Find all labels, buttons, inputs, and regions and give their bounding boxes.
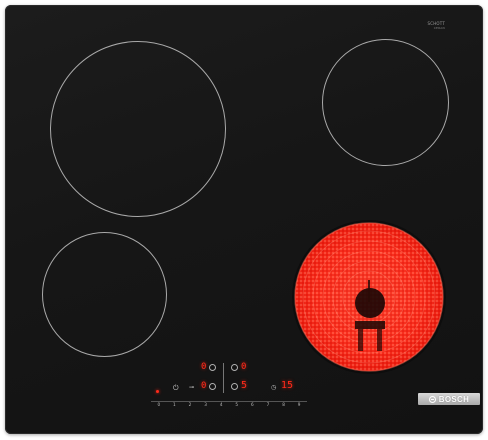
brand-logo: BOSCH	[428, 394, 470, 404]
cooking-zone-rear-left	[50, 41, 226, 217]
clock-icon[interactable]: ◷	[271, 385, 276, 391]
display-rear-right: 0	[241, 362, 247, 372]
display-front-right: 5	[241, 380, 248, 391]
cooking-zone-front-left	[42, 232, 167, 357]
cooking-zone-rear-right	[322, 39, 449, 166]
ceran-badge: SCHOTT CERAN	[427, 21, 445, 31]
slider-step[interactable]: 8	[276, 402, 292, 408]
slider-step[interactable]: 4	[213, 402, 229, 408]
slider-step[interactable]: 7	[260, 402, 276, 408]
touch-control-panel: 0 0 ⏻ ⊸ 0 5 ◷ 15 0 1 2 3 4 5 6 7 8 9	[151, 360, 311, 410]
power-led	[156, 390, 159, 393]
zone-indicator-front-right[interactable]	[231, 383, 238, 390]
display-rear-left: 0	[201, 362, 207, 372]
key-icon[interactable]: ⊸	[189, 385, 194, 391]
slider-step[interactable]: 9	[291, 402, 307, 408]
slider-step[interactable]: 0	[151, 402, 167, 408]
cooking-zone-front-right-glowing	[292, 220, 446, 374]
product-photo: SCHOTT CERAN 0 0 ⏻ ⊸ 0 5 ◷ 15 0 1 2 3 4 …	[0, 0, 488, 440]
slider-step[interactable]: 2	[182, 402, 198, 408]
display-front-left: 0	[201, 381, 207, 391]
slider-step[interactable]: 1	[167, 402, 183, 408]
divider	[223, 363, 224, 393]
power-level-slider[interactable]: 0 1 2 3 4 5 6 7 8 9	[151, 401, 307, 408]
zone-indicator-rear-right[interactable]	[231, 364, 238, 371]
zone-indicator-front-left[interactable]	[209, 383, 216, 390]
ceran-badge-line2: CERAN	[433, 26, 445, 30]
brand-logo-plate: BOSCH	[418, 393, 480, 405]
brand-name: BOSCH	[438, 394, 470, 404]
slider-step[interactable]: 6	[245, 402, 261, 408]
ceramic-cooktop: SCHOTT CERAN 0 0 ⏻ ⊸ 0 5 ◷ 15 0 1 2 3 4 …	[5, 5, 483, 434]
slider-step[interactable]: 3	[198, 402, 214, 408]
zone-indicator-rear-left[interactable]	[209, 364, 216, 371]
timer-display: 15	[281, 380, 294, 391]
power-icon[interactable]: ⏻	[173, 385, 179, 392]
bosch-armature-icon	[428, 395, 436, 403]
slider-step[interactable]: 5	[229, 402, 245, 408]
